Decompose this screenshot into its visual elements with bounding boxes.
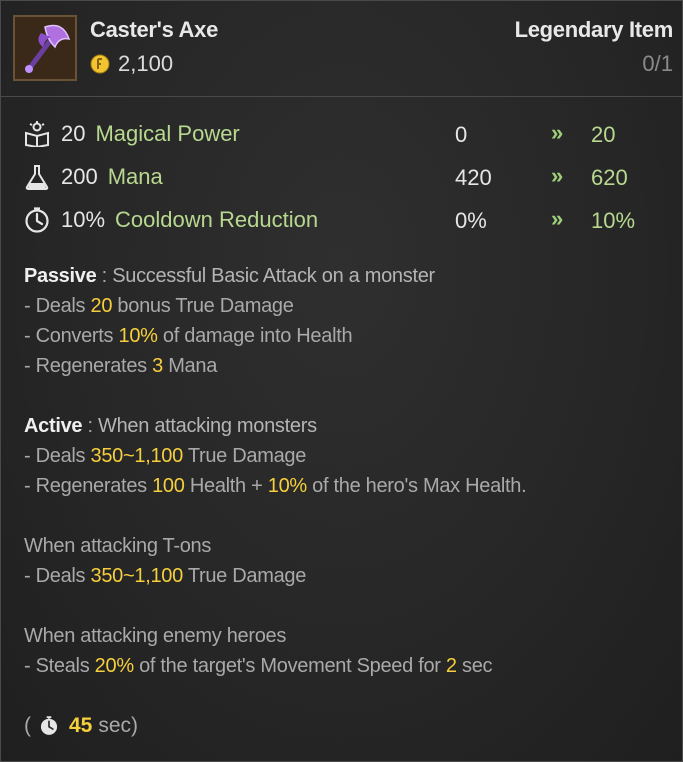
active-heading: Active : When attacking monsters bbox=[24, 415, 317, 438]
passive-label: Passive bbox=[24, 265, 97, 287]
active-line: - Deals 350~1,100 True Damage bbox=[24, 445, 306, 468]
line-text: - Regenerates bbox=[24, 475, 153, 497]
passive-sep: : bbox=[96, 265, 113, 287]
line-value: 20% bbox=[94, 655, 134, 677]
line-text: True Damage bbox=[182, 565, 307, 587]
tons-line: - Deals 350~1,100 True Damage bbox=[24, 565, 306, 588]
stat-arrow: » bbox=[551, 163, 563, 188]
stat-name: Mana bbox=[107, 164, 163, 189]
heroes-line: - Steals 20% of the target's Movement Sp… bbox=[24, 655, 493, 678]
purple-axe-icon bbox=[13, 15, 77, 81]
passive-line: - Converts 10% of damage into Health bbox=[24, 325, 353, 348]
line-text: of damage into Health bbox=[157, 325, 353, 347]
line-value: 2 bbox=[445, 655, 457, 677]
line-text: sec bbox=[456, 655, 493, 677]
stat-arrow: » bbox=[551, 206, 563, 231]
line-value: 3 bbox=[152, 355, 163, 377]
line-text: Health + bbox=[184, 475, 268, 497]
line-value: 350~1,100 bbox=[90, 565, 184, 587]
flask-icon bbox=[23, 163, 51, 191]
book-magic-icon bbox=[23, 120, 51, 148]
tons-heading: When attacking T-ons bbox=[24, 535, 212, 557]
stat-amount: 20 bbox=[61, 121, 86, 146]
stat-row-cooldown-reduction: 10% Cooldown Reduction bbox=[23, 205, 318, 235]
stopwatch-icon bbox=[23, 206, 51, 234]
line-text: - Deals bbox=[24, 445, 91, 467]
stopwatch-icon bbox=[39, 716, 59, 736]
tooltip-header: Caster's Axe 2,100 Legendary Item 0/1 bbox=[1, 1, 682, 97]
stat-current: 0% bbox=[455, 208, 487, 233]
line-value: 100 bbox=[152, 475, 185, 497]
stat-current: 420 bbox=[455, 165, 492, 190]
line-value: 350~1,100 bbox=[90, 445, 184, 467]
cooldown-value: 45 bbox=[69, 714, 93, 737]
item-name: Caster's Axe bbox=[90, 17, 219, 42]
heroes-heading: When attacking enemy heroes bbox=[24, 625, 287, 647]
cooldown-unit: sec) bbox=[98, 714, 139, 737]
line-text: - Regenerates bbox=[24, 355, 153, 377]
stat-amount: 200 bbox=[61, 164, 98, 189]
passive-line: - Regenerates 3 Mana bbox=[24, 355, 217, 378]
active-label: Active bbox=[24, 415, 83, 437]
stat-new: 10% bbox=[591, 208, 636, 233]
line-value: 10% bbox=[267, 475, 307, 497]
stat-new: 20 bbox=[591, 122, 616, 147]
gold-coin-icon bbox=[90, 54, 110, 74]
line-text: - Deals bbox=[24, 295, 91, 317]
line-text: of the target's Movement Speed for bbox=[133, 655, 446, 677]
line-text: True Damage bbox=[182, 445, 307, 467]
cooldown-open: ( bbox=[24, 714, 31, 737]
line-text: - Deals bbox=[24, 565, 91, 587]
owned-count: 0/1 bbox=[642, 51, 673, 76]
stat-row-mana: 200 Mana bbox=[23, 162, 163, 192]
line-text: Mana bbox=[162, 355, 218, 377]
item-price: 2,100 bbox=[118, 51, 174, 76]
cooldown-row: ( 45 sec) bbox=[24, 714, 138, 738]
passive-line: - Deals 20 bonus True Damage bbox=[24, 295, 294, 318]
price-row: 2,100 bbox=[90, 51, 173, 77]
line-text: of the hero's Max Health. bbox=[306, 475, 527, 497]
stat-new: 620 bbox=[591, 165, 628, 190]
line-text: - Converts bbox=[24, 325, 119, 347]
line-value: 20 bbox=[90, 295, 113, 317]
line-value: 10% bbox=[118, 325, 158, 347]
item-grade: Legendary Item bbox=[514, 17, 674, 42]
line-text: bonus True Damage bbox=[112, 295, 294, 317]
passive-text: Successful Basic Attack on a monster bbox=[112, 265, 435, 287]
active-sep: : bbox=[82, 415, 99, 437]
stat-arrow: » bbox=[551, 120, 563, 145]
passive-heading: Passive : Successful Basic Attack on a m… bbox=[24, 265, 435, 288]
stat-amount: 10% bbox=[61, 207, 106, 232]
stat-current: 0 bbox=[455, 122, 468, 147]
stat-row-magical-power: 20 Magical Power bbox=[23, 119, 240, 149]
line-text: - Steals bbox=[24, 655, 95, 677]
active-line: - Regenerates 100 Health + 10% of the he… bbox=[24, 475, 527, 498]
stat-name: Magical Power bbox=[95, 121, 240, 146]
item-tooltip: Caster's Axe 2,100 Legendary Item 0/1 20… bbox=[0, 0, 683, 762]
active-text: When attacking monsters bbox=[98, 415, 317, 437]
stat-name: Cooldown Reduction bbox=[115, 207, 319, 232]
